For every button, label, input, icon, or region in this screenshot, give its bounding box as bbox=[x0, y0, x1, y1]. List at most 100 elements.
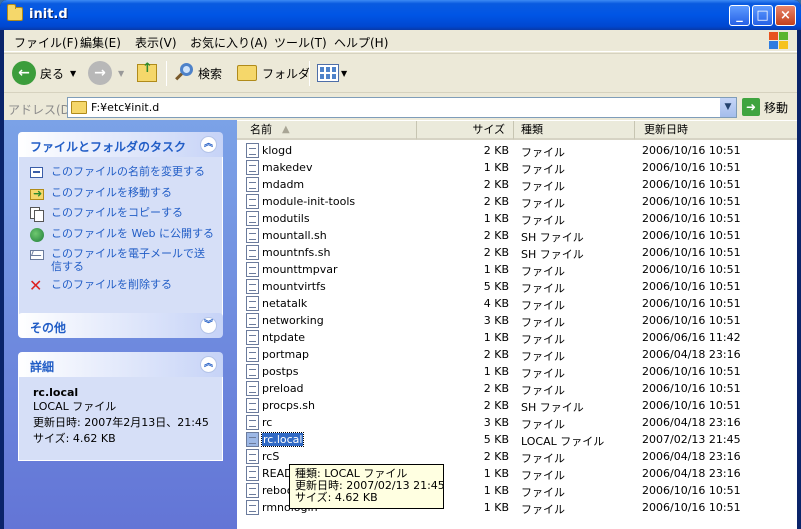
file-row[interactable]: mountall.sh 2 KB SH ファイル 2006/10/16 10:51 bbox=[237, 227, 797, 244]
file-name: module-init-tools bbox=[262, 195, 356, 208]
up-folder-icon: ↑ bbox=[137, 61, 157, 82]
other-panel-header[interactable]: その他 ︾ bbox=[18, 313, 223, 338]
file-icon bbox=[246, 449, 259, 464]
file-size: 1 KB bbox=[483, 484, 509, 497]
file-type: SH ファイル bbox=[521, 248, 584, 261]
file-icon bbox=[246, 500, 259, 515]
address-dropdown-button[interactable]: ▼ bbox=[719, 98, 736, 117]
back-button[interactable]: ← 戻る ▼ bbox=[12, 58, 76, 88]
go-button[interactable]: ➜ 移動 bbox=[742, 98, 788, 116]
close-button[interactable]: × bbox=[775, 5, 796, 26]
task-rename[interactable]: このファイルの名前を変更する bbox=[29, 165, 205, 181]
title-bar[interactable]: init.d _ □ × bbox=[0, 0, 801, 30]
task-web-publish[interactable]: このファイルを Web に公開する bbox=[29, 227, 214, 243]
file-row[interactable]: mountvirtfs 5 KB ファイル 2006/10/16 10:51 bbox=[237, 278, 797, 295]
column-header-size[interactable]: サイズ bbox=[417, 121, 514, 140]
file-date: 2006/10/16 10:51 bbox=[642, 314, 741, 327]
task-delete[interactable]: ✕ このファイルを削除する bbox=[29, 276, 172, 295]
file-row[interactable]: modutils 1 KB ファイル 2006/10/16 10:51 bbox=[237, 210, 797, 227]
file-row[interactable]: portmap 2 KB ファイル 2006/04/18 23:16 bbox=[237, 346, 797, 363]
folders-button[interactable]: フォルダ bbox=[237, 58, 310, 88]
search-button[interactable]: 検索 bbox=[174, 58, 222, 88]
file-row[interactable]: mdadm 2 KB ファイル 2006/10/16 10:51 bbox=[237, 176, 797, 193]
search-label: 検索 bbox=[198, 66, 223, 81]
task-label: このファイルを電子メールで送信する bbox=[51, 247, 205, 273]
file-icon bbox=[246, 483, 259, 498]
go-arrow-icon: ➜ bbox=[742, 98, 760, 116]
file-name: modutils bbox=[262, 212, 310, 225]
file-row[interactable]: rcS 2 KB ファイル 2006/04/18 23:16 bbox=[237, 448, 797, 465]
menu-help[interactable]: ヘルプ(H) bbox=[334, 34, 388, 51]
file-date: 2006/04/18 23:16 bbox=[642, 348, 741, 361]
menu-tools[interactable]: ツール(T) bbox=[274, 34, 327, 51]
file-type: ファイル bbox=[521, 197, 565, 210]
file-row[interactable]: procps.sh 2 KB SH ファイル 2006/10/16 10:51 bbox=[237, 397, 797, 414]
column-header-date[interactable]: 更新日時 bbox=[635, 121, 797, 140]
details-file-type: LOCAL ファイル bbox=[33, 400, 117, 413]
file-icon bbox=[246, 347, 259, 362]
file-date: 2006/10/16 10:51 bbox=[642, 501, 741, 514]
file-row[interactable]: klogd 2 KB ファイル 2006/10/16 10:51 bbox=[237, 142, 797, 159]
file-row[interactable]: mounttmpvar 1 KB ファイル 2006/10/16 10:51 bbox=[237, 261, 797, 278]
maximize-button[interactable]: □ bbox=[752, 5, 773, 26]
file-row[interactable]: netatalk 4 KB ファイル 2006/10/16 10:51 bbox=[237, 295, 797, 312]
file-row[interactable]: preload 2 KB ファイル 2006/10/16 10:51 bbox=[237, 380, 797, 397]
menu-view[interactable]: 表示(V) bbox=[135, 34, 177, 51]
address-field[interactable]: F:¥etc¥init.d ▼ bbox=[67, 97, 737, 118]
file-date: 2006/10/16 10:51 bbox=[642, 280, 741, 293]
task-move[interactable]: ➜ このファイルを移動する bbox=[29, 186, 172, 202]
menu-file[interactable]: ファイル(F) bbox=[14, 34, 78, 51]
file-type: SH ファイル bbox=[521, 231, 584, 244]
collapse-chevron-icon[interactable]: ︽ bbox=[200, 356, 217, 373]
menu-favorites[interactable]: お気に入り(A) bbox=[190, 34, 268, 51]
details-panel-header[interactable]: 詳細 ︽ bbox=[18, 352, 223, 377]
column-header-type[interactable]: 種類 bbox=[514, 121, 635, 140]
file-name: mountnfs.sh bbox=[262, 246, 331, 259]
back-label: 戻る bbox=[40, 66, 65, 81]
file-size: 2 KB bbox=[483, 399, 509, 412]
task-email[interactable]: このファイルを電子メールで送信する bbox=[29, 247, 211, 273]
forward-button[interactable]: → ▼ bbox=[88, 58, 124, 88]
file-name: rc.local bbox=[260, 432, 305, 447]
file-row[interactable]: module-init-tools 2 KB ファイル 2006/10/16 10:5… bbox=[237, 193, 797, 210]
address-label: アドレス(D) bbox=[8, 103, 75, 117]
file-size: 1 KB bbox=[483, 331, 509, 344]
column-header-name[interactable]: 名前 ▲ bbox=[237, 121, 417, 140]
file-row[interactable]: rc.local 5 KB LOCAL ファイル 2007/02/13 21:45 bbox=[237, 431, 797, 448]
file-date: 2006/10/16 10:51 bbox=[642, 178, 741, 191]
task-copy[interactable]: このファイルをコピーする bbox=[29, 206, 183, 222]
tasks-panel-header[interactable]: ファイルとフォルダのタスク ︽ bbox=[18, 132, 223, 157]
address-bar: アドレス(D) F:¥etc¥init.d ▼ ➜ 移動 bbox=[4, 94, 797, 120]
views-button[interactable]: ▼ bbox=[317, 58, 347, 88]
file-icon bbox=[246, 364, 259, 379]
file-date: 2007/02/13 21:45 bbox=[642, 433, 741, 446]
file-row[interactable]: postps 1 KB ファイル 2006/10/16 10:51 bbox=[237, 363, 797, 380]
file-row[interactable]: rc 3 KB ファイル 2006/04/18 23:16 bbox=[237, 414, 797, 431]
file-name: procps.sh bbox=[262, 399, 315, 412]
file-row[interactable]: ntpdate 1 KB ファイル 2006/06/16 11:42 bbox=[237, 329, 797, 346]
file-date: 2006/04/18 23:16 bbox=[642, 450, 741, 463]
menu-edit[interactable]: 編集(E) bbox=[80, 34, 121, 51]
task-label: このファイルを移動する bbox=[51, 186, 172, 199]
other-places-panel: その他 ︾ bbox=[18, 313, 223, 338]
file-row[interactable]: makedev 1 KB ファイル 2006/10/16 10:51 bbox=[237, 159, 797, 176]
file-folder-tasks-panel: ファイルとフォルダのタスク ︽ このファイルの名前を変更する ➜ このファイルを… bbox=[18, 132, 223, 319]
file-type: ファイル bbox=[521, 452, 565, 465]
file-size: 2 KB bbox=[483, 246, 509, 259]
file-row[interactable]: networking 3 KB ファイル 2006/10/16 10:51 bbox=[237, 312, 797, 329]
file-icon bbox=[246, 262, 259, 277]
web-publish-icon bbox=[29, 227, 45, 243]
minimize-button[interactable]: _ bbox=[729, 5, 750, 26]
sort-ascending-icon: ▲ bbox=[282, 124, 290, 135]
task-label: このファイルをコピーする bbox=[51, 206, 183, 219]
file-date: 2006/10/16 10:51 bbox=[642, 246, 741, 259]
file-row[interactable]: mountnfs.sh 2 KB SH ファイル 2006/10/16 10:51 bbox=[237, 244, 797, 261]
explorer-window: init.d _ □ × ファイル(F) 編集(E) 表示(V) お気に入り(A… bbox=[0, 0, 801, 529]
file-type: ファイル bbox=[521, 418, 565, 431]
file-size: 2 KB bbox=[483, 195, 509, 208]
tooltip-size: サイズ: 4.62 KB bbox=[295, 491, 378, 504]
up-folder-button[interactable]: ↑ bbox=[137, 58, 157, 88]
expand-chevron-icon[interactable]: ︾ bbox=[200, 317, 217, 334]
collapse-chevron-icon[interactable]: ︽ bbox=[200, 136, 217, 153]
file-date: 2006/10/16 10:51 bbox=[642, 161, 741, 174]
